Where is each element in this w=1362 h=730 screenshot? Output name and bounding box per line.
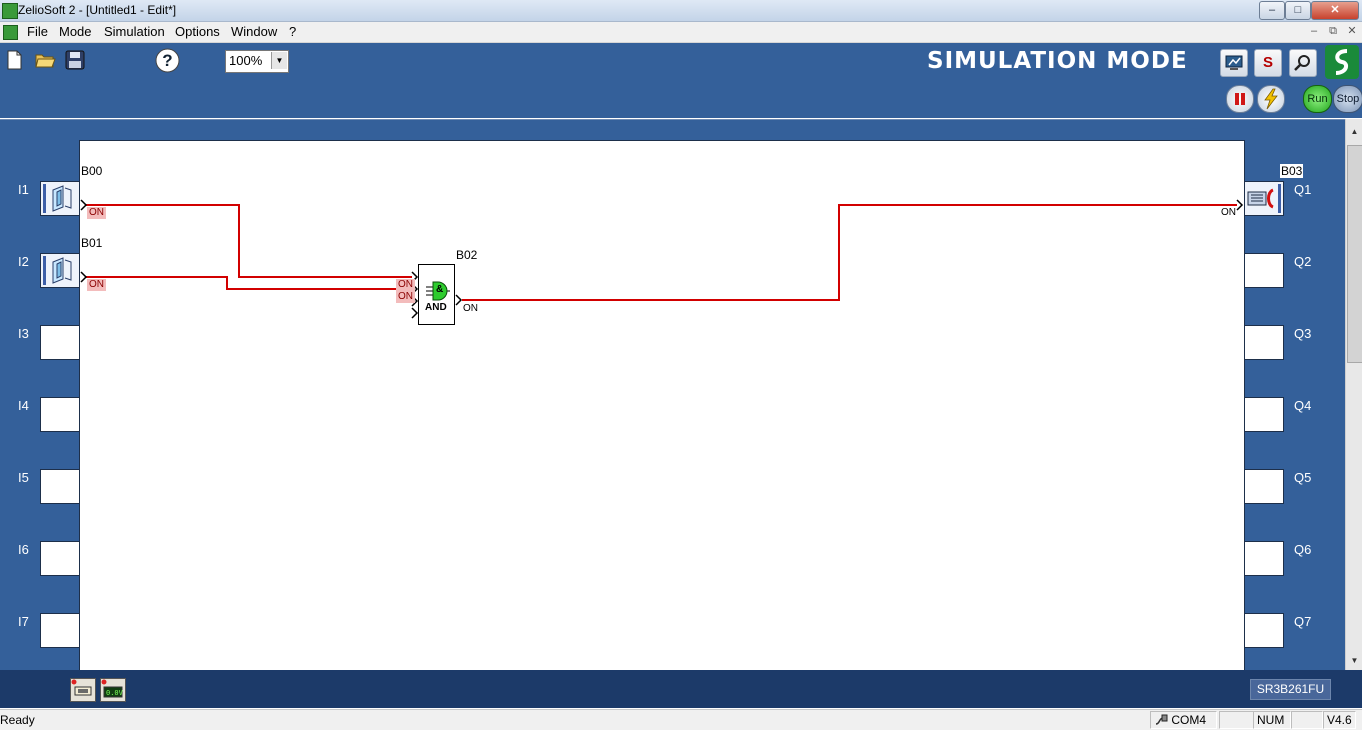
menu-mode[interactable]: Mode — [59, 24, 92, 39]
menu-simulation[interactable]: Simulation — [104, 24, 165, 39]
svg-text:?: ? — [162, 51, 172, 70]
state-tag-b03: ON — [1221, 207, 1236, 218]
status-text: Ready — [0, 713, 35, 727]
bottom-panel: 0.0V SR3B261FU — [0, 670, 1362, 708]
window-title: ZelioSoft 2 - [Untitled1 - Edit*] — [18, 3, 177, 17]
minimize-button[interactable]: – — [1259, 1, 1285, 20]
menu-bar: File Mode Simulation Options Window ? – … — [0, 22, 1362, 43]
menu-file[interactable]: File — [27, 24, 48, 39]
mdi-minimize-button[interactable]: – — [1306, 24, 1322, 39]
port-label: COM4 — [1171, 713, 1207, 727]
work-area: I1 I2 I3 I4 I5 I6 I7 Q1 Q2 Q3 Q4 Q5 Q6 Q… — [0, 119, 1345, 672]
b02-input-pin-4 — [411, 307, 419, 319]
and-input-state-2: ON — [396, 291, 415, 303]
run-button[interactable]: Run — [1303, 85, 1332, 113]
menu-help[interactable]: ? — [289, 24, 296, 39]
simulation-mode-banner: SIMULATION MODE — [927, 48, 1188, 74]
b02-output-pin — [455, 294, 463, 306]
blank-pane — [1219, 711, 1254, 729]
block-label-b02: B02 — [456, 248, 478, 262]
status-bar: Ready COM4 NUM V4.6 — [0, 709, 1362, 730]
and-output-state: ON — [463, 303, 478, 314]
document-icon[interactable] — [3, 25, 18, 40]
discrete-input-icon — [71, 679, 92, 696]
search-button[interactable] — [1289, 49, 1317, 77]
num-lock-pane: NUM — [1253, 711, 1291, 729]
menu-window[interactable]: Window — [231, 24, 277, 39]
stop-button[interactable]: Stop — [1333, 85, 1362, 113]
magnifier-icon — [1294, 55, 1310, 71]
monitor-icon — [1225, 55, 1243, 70]
maximize-button[interactable]: □ — [1285, 1, 1311, 20]
state-tag-b01: ON — [87, 279, 106, 291]
b03-input-pin — [1236, 199, 1244, 211]
analog-display: 0.0V — [106, 689, 123, 697]
blank-pane-2 — [1291, 711, 1323, 729]
scroll-up-icon[interactable]: ▲ — [1347, 124, 1362, 140]
close-button[interactable]: ✕ — [1311, 1, 1359, 20]
lightning-icon — [1264, 88, 1278, 110]
vertical-scrollbar[interactable]: ▲ ▼ — [1345, 119, 1362, 670]
block-label-b01: B01 — [81, 236, 103, 250]
schneider-logo-icon — [1325, 45, 1359, 79]
monitor-button[interactable] — [1220, 49, 1248, 77]
wire-b02-to-b03[interactable] — [462, 204, 1237, 301]
analog-input-button[interactable]: 0.0V — [100, 678, 126, 702]
zoom-select[interactable]: 100% ▼ — [225, 50, 289, 73]
pause-icon — [1235, 93, 1245, 105]
serial-cable-icon — [1155, 714, 1168, 725]
mdi-restore-button[interactable]: ⧉ — [1325, 24, 1341, 39]
pause-button[interactable] — [1226, 85, 1254, 113]
app-icon — [2, 3, 18, 19]
discrete-input-button[interactable] — [70, 678, 96, 702]
s-button[interactable]: S — [1254, 49, 1282, 77]
wiring-layer — [80, 199, 1244, 319]
scroll-down-icon[interactable]: ▼ — [1347, 653, 1362, 669]
block-label-b00: B00 — [81, 164, 103, 178]
zoom-value: 100% — [229, 53, 263, 68]
chevron-down-icon[interactable]: ▼ — [271, 52, 287, 69]
power-cut-button[interactable] — [1257, 85, 1285, 113]
version-pane: V4.6 — [1323, 711, 1356, 729]
and-block-text: AND — [425, 302, 447, 313]
toolbar: ? 100% ▼ SIMULATION MODE S Run Stop — [0, 43, 1362, 118]
and-block[interactable]: & AND — [418, 264, 455, 325]
help-icon[interactable]: ? — [155, 48, 180, 73]
state-tag-b00: ON — [87, 207, 106, 219]
block-label-b03: B03 — [1280, 164, 1304, 178]
menu-options[interactable]: Options — [175, 24, 220, 39]
and-symbol: & — [436, 284, 444, 295]
wire-b01-to-b02[interactable] — [86, 276, 412, 290]
save-icon[interactable] — [64, 49, 86, 71]
open-folder-icon[interactable] — [34, 49, 56, 71]
and-input-state-1: ON — [396, 279, 415, 291]
b00-output-pin — [80, 199, 88, 211]
title-bar: ZelioSoft 2 - [Untitled1 - Edit*] – □ ✕ — [0, 0, 1362, 22]
new-file-icon[interactable] — [3, 49, 25, 71]
port-pane: COM4 — [1150, 711, 1217, 729]
scroll-thumb[interactable] — [1347, 145, 1362, 363]
b01-output-pin — [80, 271, 88, 283]
mdi-close-button[interactable]: ✕ — [1344, 24, 1360, 39]
module-model: SR3B261FU — [1250, 679, 1331, 700]
wire-b00-to-b02[interactable] — [86, 204, 412, 278]
